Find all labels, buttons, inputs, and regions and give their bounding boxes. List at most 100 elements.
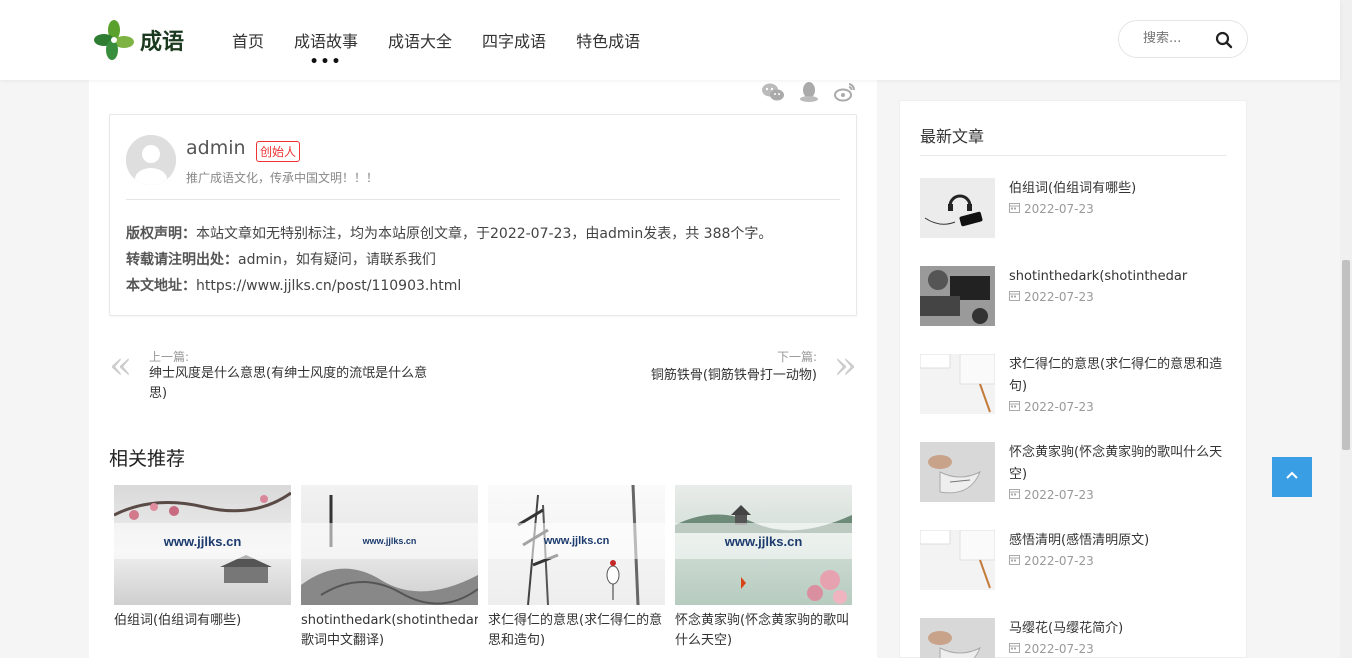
sidebar-item-date: 2022-07-23 (1024, 400, 1094, 414)
site-logo[interactable]: 成语 (92, 18, 184, 62)
sidebar-item-meta: 2022-07-23 (1009, 290, 1229, 304)
sidebar-title: 最新文章 (920, 127, 985, 146)
sidebar-latest: 最新文章 伯组词(伯组词有哪些) 2022-07-23 shotinthedar… (899, 100, 1247, 658)
copyright-label: 版权声明： (126, 226, 196, 242)
back-to-top-button[interactable] (1272, 457, 1312, 497)
reprint-label: 转载请注明出处： (126, 252, 238, 268)
page-scrollbar[interactable] (1340, 0, 1352, 658)
related-thumbnail[interactable]: www.jjlks.cn (488, 485, 665, 605)
sidebar-item-date: 2022-07-23 (1024, 290, 1094, 304)
related-caption[interactable]: shotinthedark(shotinthedark歌词中文翻译) (301, 611, 478, 651)
reprint-line: 转载请注明出处：admin，如有疑问，请联系我们 (126, 249, 436, 269)
nav-label: 四字成语 (482, 32, 547, 51)
author-desc: 推广成语文化，传承中国文明！！！ (186, 171, 379, 185)
sidebar-item-title[interactable]: 马缨花(马缨花简介) (1009, 618, 1229, 640)
nav-item-featured[interactable]: 特色成语 (576, 28, 640, 52)
author-box: admin 创始人 推广成语文化，传承中国文明！！！ 版权声明：本站文章如无特别… (109, 114, 857, 316)
sidebar-item-text: 马缨花(马缨花简介) 2022-07-23 (1009, 618, 1229, 656)
related-item[interactable]: www.jjlks.cn 伯组词(伯组词有哪些) (114, 485, 291, 651)
sidebar-item-meta: 2022-07-23 (1009, 202, 1229, 216)
avatar[interactable] (126, 135, 176, 185)
logo-text: 成语 (140, 29, 185, 55)
sidebar-item-text: 伯组词(伯组词有哪些) 2022-07-23 (1009, 178, 1229, 216)
wechat-icon[interactable] (761, 80, 785, 104)
calendar-icon (1009, 400, 1020, 414)
copyright-line: 版权声明：本站文章如无特别标注，均为本站原创文章，于2022-07-23，由ad… (126, 223, 772, 243)
url-label: 本文地址： (126, 278, 196, 294)
search-input[interactable] (1143, 31, 1213, 46)
prev-post-link[interactable]: 绅士风度是什么意思(有绅士风度的流氓是什么意思) (149, 364, 439, 404)
article-main: admin 创始人 推广成语文化，传承中国文明！！！ 版权声明：本站文章如无特别… (89, 80, 877, 658)
next-arrow-icon[interactable]: » (834, 346, 857, 384)
thumbnail-watermark: www.jjlks.cn (301, 523, 478, 559)
related-thumbnail[interactable]: www.jjlks.cn (675, 485, 852, 605)
sidebar-item-date: 2022-07-23 (1024, 202, 1094, 216)
next-label: 下一篇: (776, 350, 817, 364)
post-navigation: « 上一篇: 绅士风度是什么意思(有绅士风度的流氓是什么意思) 下一篇: 铜筋铁… (109, 346, 857, 406)
sidebar-item-title[interactable]: 求仁得仁的意思(求仁得仁的意思和造句) (1009, 354, 1229, 398)
calendar-icon (1009, 290, 1020, 304)
sidebar-item-text: 怀念黄家驹(怀念黄家驹的歌叫什么天空) 2022-07-23 (1009, 442, 1229, 502)
thumbnail-watermark: www.jjlks.cn (114, 523, 291, 559)
divider (126, 199, 840, 200)
sidebar-item-meta: 2022-07-23 (1009, 642, 1229, 656)
chevron-up-icon (1284, 467, 1300, 487)
related-item[interactable]: www.jjlks.cn 求仁得仁的意思(求仁得仁的意思和造句) (488, 485, 665, 651)
search-box (1118, 20, 1248, 58)
nav-label: 成语大全 (388, 32, 453, 51)
related-thumbnail[interactable]: www.jjlks.cn (114, 485, 291, 605)
related-caption[interactable]: 求仁得仁的意思(求仁得仁的意思和造句) (488, 611, 665, 651)
sidebar-thumbnail[interactable] (920, 618, 995, 658)
sidebar-item-text: shotinthedark(shotinthedar 2022-07-23 (1009, 266, 1229, 304)
author-name[interactable]: admin (186, 137, 246, 159)
nav-item-stories[interactable]: 成语故事 ••• (294, 28, 359, 70)
sidebar-thumbnail[interactable] (920, 178, 995, 238)
related-list: www.jjlks.cn 伯组词(伯组词有哪些) www.jjlks.cn sh… (114, 485, 852, 651)
sidebar-item-meta: 2022-07-23 (1009, 488, 1229, 502)
article-url-link[interactable]: https://www.jjlks.cn/post/110903.html (196, 278, 461, 294)
sidebar-item-text: 求仁得仁的意思(求仁得仁的意思和造句) 2022-07-23 (1009, 354, 1229, 414)
related-thumbnail[interactable]: www.jjlks.cn (301, 485, 478, 605)
search-icon[interactable] (1215, 31, 1233, 49)
qq-icon[interactable] (797, 80, 821, 104)
nav-label: 成语故事 (294, 32, 359, 51)
sidebar-item-date: 2022-07-23 (1024, 554, 1094, 568)
active-nav-indicator: ••• (309, 54, 343, 70)
nav-label: 首页 (232, 32, 265, 51)
nav-item-four-char[interactable]: 四字成语 (482, 28, 546, 52)
sidebar-item-meta: 2022-07-23 (1009, 400, 1229, 414)
reprint-text: admin，如有疑问，请联系我们 (238, 252, 436, 268)
site-header: 成语 首页 成语故事 ••• 成语大全 四字成语 特色成语 (0, 0, 1340, 80)
sidebar-item-text: 感悟清明(感悟清明原文) 2022-07-23 (1009, 530, 1229, 568)
sidebar-item-title[interactable]: shotinthedark(shotinthedar (1009, 266, 1229, 288)
sidebar-thumbnail[interactable] (920, 530, 995, 590)
sidebar-thumbnail[interactable] (920, 266, 995, 326)
divider (920, 155, 1226, 156)
sidebar-thumbnail[interactable] (920, 442, 995, 502)
weibo-icon[interactable] (833, 80, 857, 104)
sidebar-thumbnail[interactable] (920, 354, 995, 414)
scrollbar-thumb[interactable] (1342, 260, 1350, 450)
calendar-icon (1009, 202, 1020, 216)
related-item[interactable]: www.jjlks.cn 怀念黄家驹(怀念黄家驹的歌叫什么天空) (675, 485, 852, 651)
sidebar-item-date: 2022-07-23 (1024, 642, 1094, 656)
thumbnail-watermark: www.jjlks.cn (488, 523, 665, 559)
sidebar-item-title[interactable]: 伯组词(伯组词有哪些) (1009, 178, 1229, 200)
prev-label: 上一篇: (149, 350, 190, 364)
sidebar-item-title[interactable]: 感悟清明(感悟清明原文) (1009, 530, 1229, 552)
nav-item-home[interactable]: 首页 (232, 28, 264, 52)
sidebar-item-date: 2022-07-23 (1024, 488, 1094, 502)
nav-item-all[interactable]: 成语大全 (388, 28, 452, 52)
related-caption[interactable]: 伯组词(伯组词有哪些) (114, 611, 291, 651)
next-post-link[interactable]: 铜筋铁骨(铜筋铁骨打一动物) (651, 364, 817, 383)
calendar-icon (1009, 642, 1020, 656)
sidebar-item-meta: 2022-07-23 (1009, 554, 1229, 568)
share-bar (761, 80, 857, 104)
copyright-text: 本站文章如无特别标注，均为本站原创文章，于2022-07-23，由admin发表… (196, 226, 773, 242)
prev-arrow-icon[interactable]: « (109, 346, 132, 384)
related-item[interactable]: www.jjlks.cn shotinthedark(shotinthedark… (301, 485, 478, 651)
calendar-icon (1009, 488, 1020, 502)
sidebar-item-title[interactable]: 怀念黄家驹(怀念黄家驹的歌叫什么天空) (1009, 442, 1229, 486)
main-nav: 首页 成语故事 ••• 成语大全 四字成语 特色成语 (232, 28, 640, 70)
related-caption[interactable]: 怀念黄家驹(怀念黄家驹的歌叫什么天空) (675, 611, 852, 651)
